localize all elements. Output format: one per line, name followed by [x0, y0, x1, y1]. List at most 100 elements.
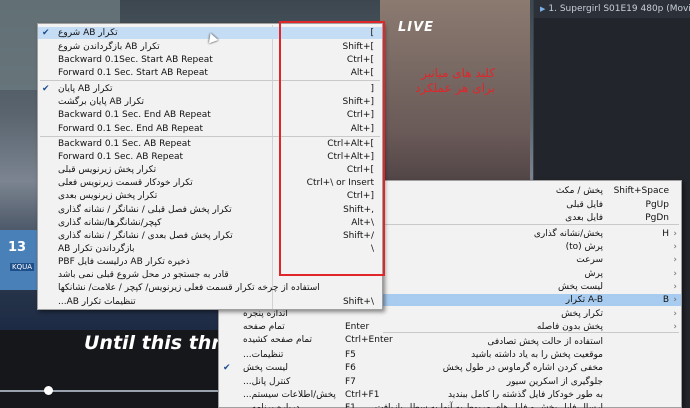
menu-item-label: تکرار خودکار قسمت زیرنویس فعلی — [58, 178, 193, 188]
context-menu-item[interactable]: ...پخش/اطلاعات سیستم Ctrl+F1 — [219, 389, 381, 401]
context-menu-item[interactable]: A-B تکرار B › — [381, 294, 681, 306]
menu-item-shortcut: F1 — [345, 403, 356, 408]
menu-item-shortcut: Ctrl+F1 — [345, 390, 380, 400]
menu-item-label: پخش بدون فاصله — [536, 322, 603, 332]
context-menu-item[interactable]: به طور خودکار فایل گذشته را کامل ببندید — [381, 389, 681, 401]
menu-item-label: تکرار AB پایان برگشت — [58, 97, 144, 107]
context-menu-item[interactable]: موقعیت پخش را به یاد داشته باشید — [381, 349, 681, 361]
chevron-right-icon: › — [673, 309, 677, 319]
playlist-item-title: 1. Supergirl S01E19 480p (Movieworld — [548, 4, 690, 14]
menu-item-label: Backward 0.1 Sec. AB Repeat — [58, 139, 191, 149]
menu-item-label: ذخیره تکرار AB درلیست فایل PBF — [58, 257, 190, 267]
menu-item-label: تمام صفحه کشیده — [243, 335, 313, 345]
menu-item-label: پخش / مکث — [555, 186, 603, 196]
context-menu-item[interactable]: ...درباره برنامه F1 — [219, 402, 381, 408]
menu-item-label: تکرار پخش فصل قبلی / نشانگر / نشانه گذار… — [58, 205, 232, 215]
menu-item-label: Forward 0.1 Sec. Start AB Repeat — [58, 68, 208, 78]
context-menu-item[interactable]: سرعت › — [381, 254, 681, 266]
chevron-right-icon: › — [673, 229, 677, 239]
context-menu-item[interactable]: ✔ لیست پخش F6 — [219, 362, 381, 374]
context-menu-item[interactable]: تمام صفحه Enter — [219, 321, 381, 333]
context-menu-item[interactable]: جلوگیری از اسکرین سیور — [381, 376, 681, 388]
context-menu-item[interactable]: ارسال فایل پخش و فایل های مربوط به آنها … — [375, 402, 681, 408]
menu-item-label: تکرار AB بازگرداندن شروع — [58, 42, 160, 52]
context-menu-item[interactable]: فایل قبلی PgUp — [381, 199, 681, 211]
subtitle-text: Until this thre — [84, 332, 234, 354]
menu-item-label: تنظیمات تکرار AB... — [58, 297, 136, 307]
menu-item-label: پخش/نشانه گذاری — [533, 229, 603, 239]
context-menu-item[interactable]: تمام صفحه کشیده Ctrl+Enter — [219, 334, 393, 346]
menu-item-label: استفاده از چرخه تکرار قسمت فعلی زیرنویس/… — [58, 283, 320, 293]
menu-item-label: فایل قبلی — [566, 200, 603, 210]
chevron-right-icon: › — [673, 295, 677, 305]
menu-item-label: A-B تکرار — [565, 295, 603, 305]
context-menu-item[interactable]: پرش › — [381, 268, 681, 280]
menu-separator — [383, 332, 679, 333]
menu-item-label: ...تنظیمات — [243, 350, 284, 360]
menu-item-label: اندازه پنجره — [243, 309, 288, 319]
menu-item-label: تمام صفحه — [243, 322, 285, 332]
menu-item-label: Backward 0.1 Sec. End AB Repeat — [58, 110, 211, 120]
channel-logo: KQUA — [10, 263, 35, 271]
shortcut-highlight-box — [279, 21, 385, 276]
menu-item-label: پرش — [584, 269, 603, 279]
menu-item-shortcut: F6 — [345, 363, 356, 373]
seek-knob[interactable] — [44, 386, 53, 395]
play-icon: ▶ — [540, 5, 546, 13]
menu-item-label: ...پخش/اطلاعات سیستم — [243, 390, 336, 400]
menu-item-label: تکرار پخش زیرنویس بعدی — [58, 191, 158, 201]
menu-item-shortcut: PgDn — [645, 213, 669, 223]
menu-item-label: لیست پخش — [558, 282, 603, 292]
menu-item-label: کپچر/نشانگرها/نشانه گذاری — [58, 218, 162, 228]
menu-item-label: ...درباره برنامه — [243, 403, 300, 408]
context-menu-item[interactable]: لیست پخش › — [381, 281, 681, 293]
chevron-right-icon: › — [673, 282, 677, 292]
menu-item-label: تکرار AB شروع — [58, 28, 118, 38]
menu-item-shortcut: H — [662, 229, 669, 239]
chevron-right-icon: › — [673, 322, 677, 332]
menu-item-shortcut: Ctrl+Enter — [345, 335, 393, 345]
context-menu-item[interactable]: پخش / مکث Shift+Space — [381, 185, 681, 197]
menu-item-label: به طور خودکار فایل گذشته را کامل ببندید — [448, 390, 603, 400]
menu-item-label: لیست پخش — [243, 363, 288, 373]
check-icon: ✔ — [42, 84, 50, 94]
menu-item-label: استفاده از حالت پخش تصادفی — [487, 337, 603, 347]
context-menu-item[interactable]: ...کنترل پانل F7 — [219, 376, 381, 388]
menu-separator — [383, 224, 679, 225]
menu-item-label: سرعت — [576, 255, 603, 265]
chevron-right-icon: › — [673, 255, 677, 265]
context-menu-item[interactable]: پخش/نشانه گذاری H › — [381, 228, 681, 240]
menu-item-label: مخفی کردن اشاره گرماوس در طول پخش — [442, 363, 603, 373]
context-menu-item[interactable]: مخفی کردن اشاره گرماوس در طول پخش — [381, 362, 681, 374]
menu-item-label: فایل بعدی — [565, 213, 603, 223]
badge-number: 13 — [8, 240, 27, 255]
menu-item-label: تکرار پخش — [561, 309, 603, 319]
ab-repeat-menu-item[interactable]: استفاده از چرخه تکرار قسمت فعلی زیرنویس/… — [38, 282, 382, 294]
menu-item-label: Backward 0.1Sec. Start AB Repeat — [58, 55, 213, 65]
menu-item-label: قادر به جستجو در محل شروع قبلی نمی باشد — [58, 270, 229, 280]
chevron-right-icon: › — [673, 242, 677, 252]
context-menu-item[interactable]: پرش (to) › — [381, 241, 681, 253]
live-sign: LIVE — [398, 20, 435, 35]
seek-bar[interactable] — [0, 390, 220, 392]
menu-item-shortcut: Enter — [345, 322, 370, 332]
menu-item-shortcut: Shift+\ — [342, 297, 374, 307]
chevron-right-icon: › — [673, 269, 677, 279]
menu-item-label: Forward 0.1 Sec. AB Repeat — [58, 152, 184, 162]
context-menu-item[interactable]: ...تنظیمات F5 — [219, 349, 381, 361]
context-menu-item[interactable]: استفاده از حالت پخش تصادفی — [381, 336, 681, 348]
menu-item-shortcut: Shift+Space — [613, 186, 669, 196]
menu-item-label: تکرار پخش زیرنویس قبلی — [58, 165, 157, 175]
context-menu-item[interactable]: تکرار پخش › — [381, 308, 681, 320]
menu-item-label: پرش (to) — [565, 242, 603, 252]
context-menu-item[interactable]: فایل بعدی PgDn — [381, 212, 681, 224]
menu-item-shortcut: B — [662, 295, 669, 305]
menu-item-shortcut: F5 — [345, 350, 356, 360]
annotation-text: کلید های میانبر برای هر عملکرد — [415, 66, 495, 95]
menu-item-shortcut: F7 — [345, 377, 356, 387]
menu-item-label: جلوگیری از اسکرین سیور — [506, 377, 603, 387]
playlist-item[interactable]: ▶ 1. Supergirl S01E19 480p (Movieworld — [534, 0, 690, 18]
menu-item-label: ...کنترل پانل — [243, 377, 291, 387]
menu-item-label: تکرار AB پایان — [58, 84, 113, 94]
ab-repeat-menu-item[interactable]: تنظیمات تکرار AB... Shift+\ — [38, 296, 382, 308]
